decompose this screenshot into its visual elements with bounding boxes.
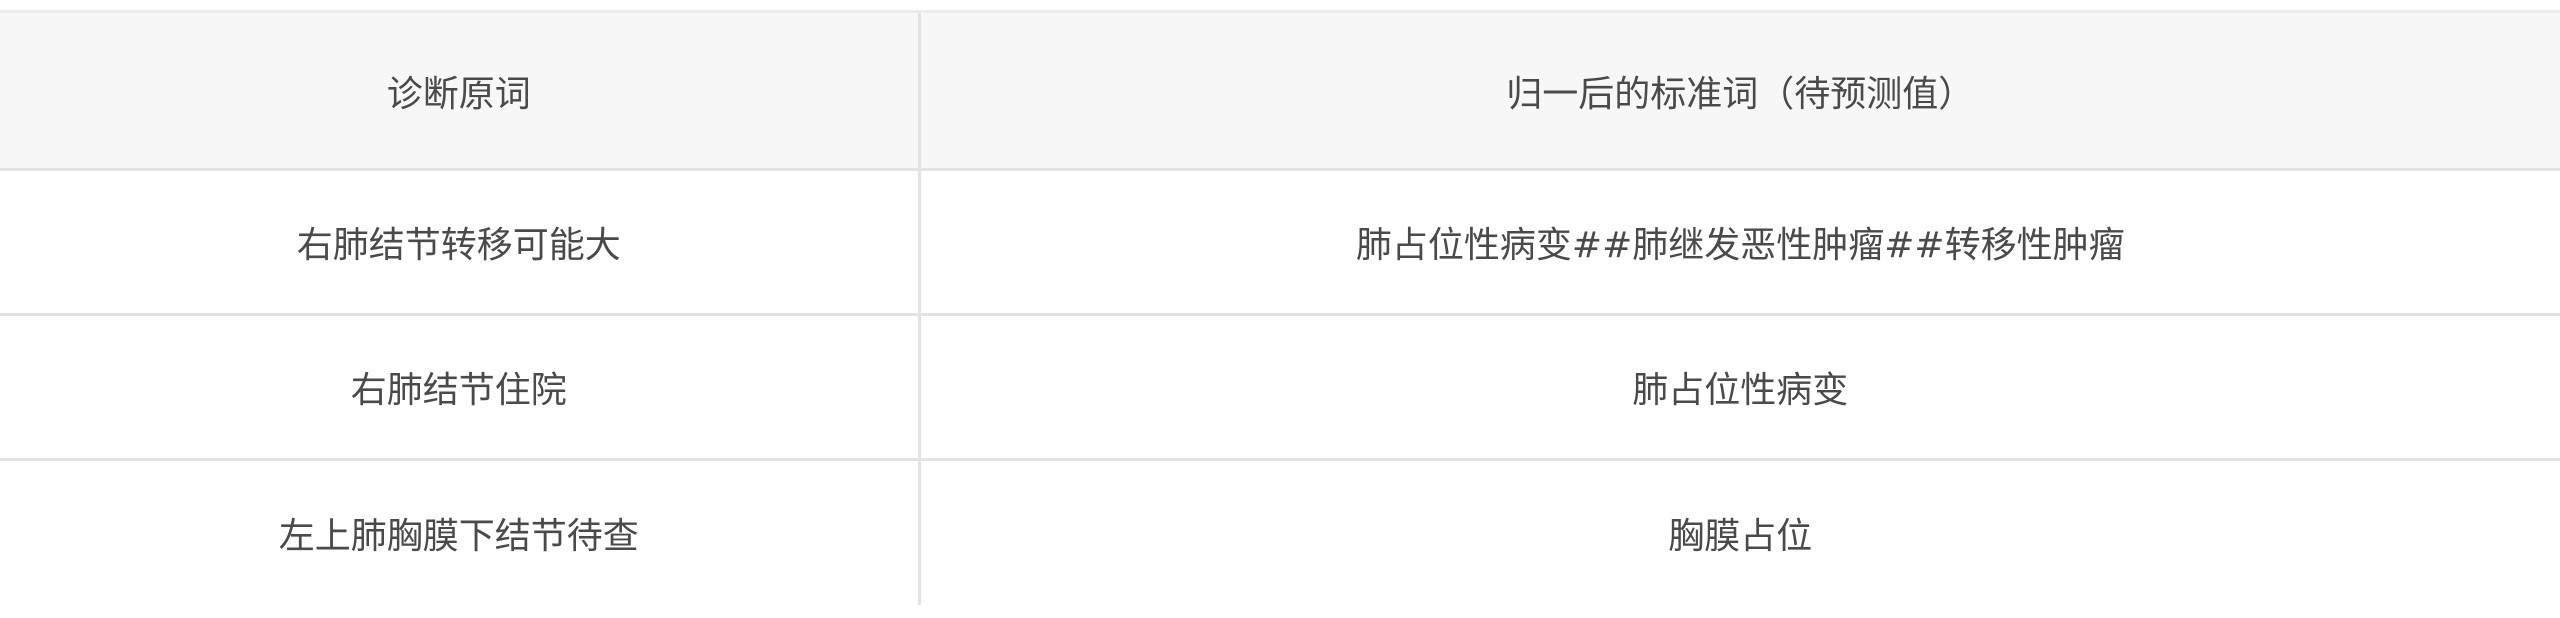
cell-standard-term: 肺占位性病变: [917, 314, 2560, 461]
cell-original-term: 左上肺胸膜下结节待查: [278, 515, 639, 557]
header-row: 诊断原词 归一后的标准词（待预测值）: [0, 10, 2560, 171]
data-table-container: 诊断原词 归一后的标准词（待预测值） 右肺结节转移可能大 肺占位性病变##肺继发…: [0, 10, 2560, 605]
cell-standard-term: 肺占位性病变##肺继发恶性肿瘤##转移性肿瘤: [917, 169, 2560, 316]
table-body: 右肺结节转移可能大 肺占位性病变##肺继发恶性肿瘤##转移性肿瘤 右肺结节住院 …: [0, 169, 2560, 605]
cell-original-term: 右肺结节住院: [0, 314, 919, 461]
table-header: 诊断原词 归一后的标准词（待预测值）: [0, 10, 2560, 171]
cell-original-term: 右肺结节转移可能大: [0, 169, 919, 316]
header-standard-term: 归一后的标准词（待预测值）: [917, 10, 2560, 171]
header-original-term: 诊断原词: [0, 10, 919, 171]
table-row: 左上肺胸膜下结节待查 胸膜占位: [0, 459, 2560, 605]
table-row: 右肺结节转移可能大 肺占位性病变##肺继发恶性肿瘤##转移性肿瘤: [0, 169, 2560, 316]
diagnosis-normalization-table: 诊断原词 归一后的标准词（待预测值） 右肺结节转移可能大 肺占位性病变##肺继发…: [0, 10, 2560, 605]
cell-standard-term: 胸膜占位: [917, 459, 2560, 605]
table-row: 右肺结节住院 肺占位性病变: [0, 314, 2560, 461]
